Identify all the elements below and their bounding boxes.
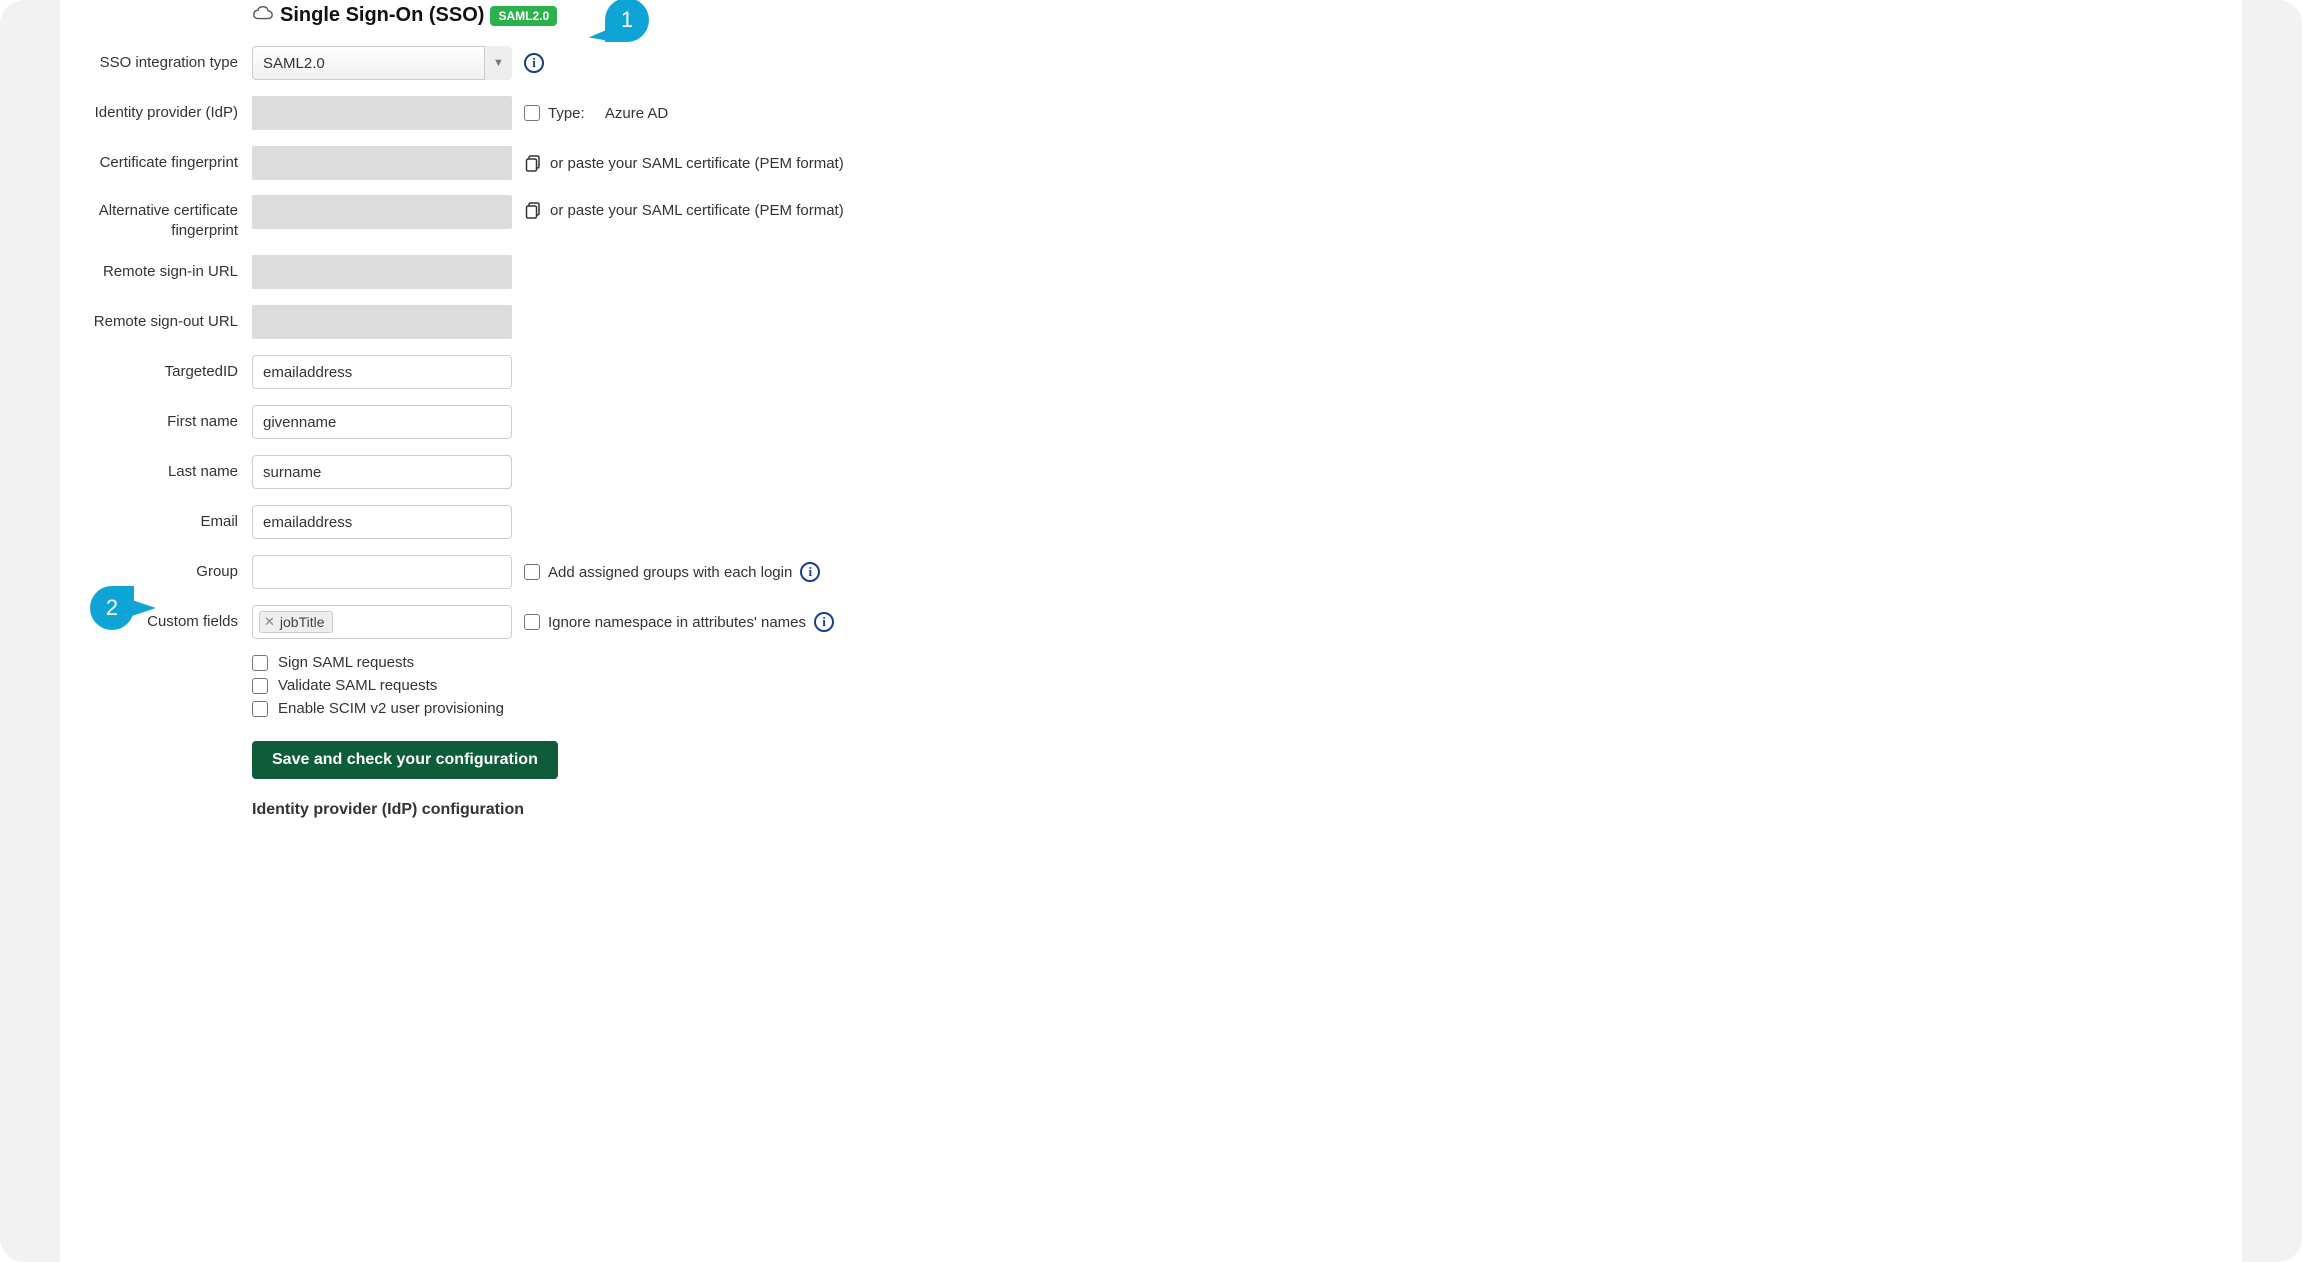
add-groups-checkbox[interactable] <box>524 564 540 580</box>
cert-input[interactable] <box>252 146 512 180</box>
tag-label: jobTitle <box>280 614 325 630</box>
enable-scim-label: Enable SCIM v2 user provisioning <box>278 700 504 717</box>
annotation-callout-1: 1 <box>605 0 649 42</box>
group-input[interactable] <box>252 555 512 589</box>
info-icon[interactable]: i <box>814 612 834 632</box>
sign-saml-checkbox[interactable] <box>252 655 268 671</box>
left-gutter <box>0 0 60 1262</box>
label-first: First name <box>80 412 252 432</box>
sso-type-select[interactable]: SAML2.0 <box>252 46 512 80</box>
validate-saml-label: Validate SAML requests <box>278 677 437 694</box>
info-icon[interactable]: i <box>524 53 544 73</box>
section-header: Single Sign-On (SSO) SAML2.0 <box>252 4 2222 27</box>
info-icon[interactable]: i <box>800 562 820 582</box>
signout-url-input[interactable] <box>252 305 512 339</box>
save-config-button[interactable]: Save and check your configuration <box>252 741 558 779</box>
label-group: Group <box>80 562 252 582</box>
email-input[interactable] <box>252 505 512 539</box>
cloud-icon <box>252 5 274 27</box>
ignore-namespace-label: Ignore namespace in attributes' names <box>548 614 806 631</box>
last-name-input[interactable] <box>252 455 512 489</box>
add-groups-label: Add assigned groups with each login <box>548 564 792 581</box>
label-signin: Remote sign-in URL <box>80 262 252 282</box>
label-sso-type: SSO integration type <box>80 53 252 73</box>
enable-scim-checkbox[interactable] <box>252 701 268 717</box>
custom-fields-input[interactable]: ✕ jobTitle <box>252 605 512 639</box>
label-idp: Identity provider (IdP) <box>80 103 252 123</box>
first-name-input[interactable] <box>252 405 512 439</box>
cert-hint: or paste your SAML certificate (PEM form… <box>550 155 844 172</box>
alt-cert-input[interactable] <box>252 195 512 229</box>
saml-badge: SAML2.0 <box>490 6 557 26</box>
validate-saml-checkbox[interactable] <box>252 678 268 694</box>
label-last: Last name <box>80 462 252 482</box>
alt-cert-hint: or paste your SAML certificate (PEM form… <box>550 202 844 219</box>
label-cert: Certificate fingerprint <box>80 153 252 173</box>
targeted-id-input[interactable] <box>252 355 512 389</box>
paste-icon[interactable] <box>524 154 542 172</box>
remove-tag-icon[interactable]: ✕ <box>264 614 275 630</box>
idp-config-heading: Identity provider (IdP) configuration <box>252 801 2222 819</box>
sign-saml-label: Sign SAML requests <box>278 654 414 671</box>
ignore-namespace-checkbox[interactable] <box>524 614 540 630</box>
form-panel: 1 2 Single Sign-On (SSO) SAML2.0 SSO int… <box>60 0 2242 1262</box>
right-gutter <box>2242 0 2302 1262</box>
idp-type-value: Azure AD <box>605 105 668 122</box>
paste-icon[interactable] <box>524 201 542 219</box>
label-email: Email <box>80 512 252 532</box>
label-alt-cert: Alternative certificate fingerprint <box>80 195 252 240</box>
annotation-callout-2: 2 <box>90 586 134 630</box>
label-signout: Remote sign-out URL <box>80 312 252 332</box>
idp-type-label: Type: <box>548 105 585 122</box>
custom-field-tag: ✕ jobTitle <box>259 611 333 633</box>
section-title: Single Sign-On (SSO) <box>280 4 484 27</box>
idp-type-checkbox[interactable] <box>524 105 540 121</box>
idp-input[interactable] <box>252 96 512 130</box>
saml-options: Sign SAML requests Validate SAML request… <box>252 654 2222 717</box>
label-targeted: TargetedID <box>80 362 252 382</box>
signin-url-input[interactable] <box>252 255 512 289</box>
